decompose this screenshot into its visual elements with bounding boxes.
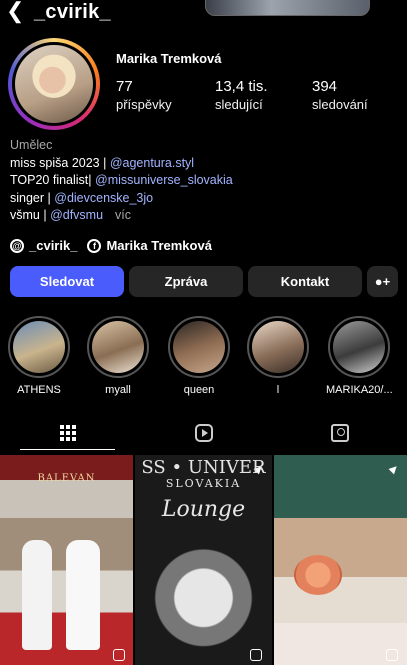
stat-following[interactable]: 394 sledování [312,78,368,112]
highlight-marika20[interactable]: MARIKA20/... [326,316,393,396]
bio-category: Umělec [10,138,53,152]
profile-tabs [0,418,407,450]
post-1-reel-icon [113,649,125,661]
highlight-l[interactable]: l [245,316,311,396]
post-2[interactable]: ▲ SS • UNIVER SLOVAKIA Lounge [135,455,272,665]
stat-following-value: 394 [312,78,338,95]
stat-posts-label: příspěvky [116,97,172,112]
post-2-caption-script: Lounge [161,497,246,522]
bio-mention-dievcenske[interactable]: @dievcenske_3jo [54,191,153,205]
highlight-l-label: l [276,384,280,396]
tagged-icon [330,424,349,442]
contact-button[interactable]: Kontakt [248,266,362,297]
stat-followers[interactable]: 13,4 tis. sledující [215,78,268,112]
highlight-queen[interactable]: queen [166,316,232,396]
highlight-queen-image [173,321,225,373]
profile-username: _cvirik_ [34,1,111,23]
post-1-figure-left [22,540,52,650]
follow-button[interactable]: Sledovat [10,266,124,297]
top-bar: ❮ _cvirik_ [0,0,407,26]
profile-full-name: Marika Tremková [116,51,222,66]
tab-reels[interactable] [136,418,271,448]
bio: Umělec miss spiša 2023 | @agentura.styl … [10,137,233,225]
post-2-caption-mid: SLOVAKIA [165,477,242,490]
post-2-reel-icon [250,649,262,661]
avatar-story-ring[interactable] [8,38,100,130]
post-3-pin-icon: ▲ [384,458,405,479]
post-1[interactable]: BALEVAN [0,455,133,665]
highlight-l-image [252,321,304,373]
tab-posts[interactable] [0,418,135,450]
highlight-marika20-label: MARIKA20/... [326,384,393,396]
highlight-myall-label: myall [105,384,131,396]
grid-icon [59,425,76,441]
post-2-caption-top: SS • UNIVER [141,457,266,478]
top-thumbnail [205,0,370,16]
bio-mention-missuniverse[interactable]: @missuniverse_slovakia [95,173,233,187]
highlight-myall-image [92,321,144,373]
stat-posts-value: 77 [116,78,133,95]
highlight-athens-image [13,321,65,373]
highlight-myall[interactable]: myall [85,316,151,396]
avatar [12,42,96,126]
profile-links: @ _cvirik_ f Marika Tremková [10,238,212,253]
tab-tagged[interactable] [272,418,407,448]
bio-line-4-text: všmu | [10,208,51,222]
bio-more-link[interactable]: víc [115,208,131,222]
bio-mention-agentura[interactable]: @agentura.styl [110,156,194,170]
bio-mention-dfvsmu[interactable]: @dfvsmu [50,208,103,222]
threads-link[interactable]: _cvirik_ [29,238,77,253]
stat-posts[interactable]: 77 příspěvky [116,78,172,112]
highlight-athens-label: ATHENS [17,384,61,396]
bio-line-3: singer | @dievcenske_3jo [10,190,233,208]
facebook-link[interactable]: Marika Tremková [106,238,212,253]
back-icon[interactable]: ❮ [6,0,24,22]
bio-line-1-text: miss spiša 2023 | [10,155,110,170]
facebook-icon: f [87,238,102,253]
highlight-queen-label: queen [183,384,215,396]
post-3-reel-icon [386,649,398,661]
stat-following-label: sledování [312,97,368,112]
add-person-icon: ●+ [374,274,391,289]
stat-followers-value: 13,4 tis. [215,78,268,95]
post-3[interactable]: ▲ [274,455,407,665]
post-3-bouquet [294,555,342,595]
add-person-button[interactable]: ●+ [367,266,398,297]
bio-line-1: miss spiša 2023 | @agentura.styl [10,155,233,173]
highlight-marika20-image [333,321,385,373]
bio-line-4: všmu | @dfvsmu víc [10,207,233,225]
bio-line-2-text: TOP20 finalist| [10,173,95,187]
post-1-figure-right [66,540,100,650]
stat-followers-label: sledující [215,97,263,112]
bio-line-2: TOP20 finalist| @missuniverse_slovakia [10,172,233,190]
reels-icon [194,424,213,442]
post-grid: BALEVAN ▲ SS • UNIVER SLOVAKIA Lounge ▲ [0,455,407,665]
message-button[interactable]: Zpráva [129,266,243,297]
post-1-caption: BALEVAN [37,473,96,484]
bio-line-3-text: singer | [10,190,55,205]
threads-icon: @ [10,238,24,253]
highlight-athens[interactable]: ATHENS [6,316,72,396]
